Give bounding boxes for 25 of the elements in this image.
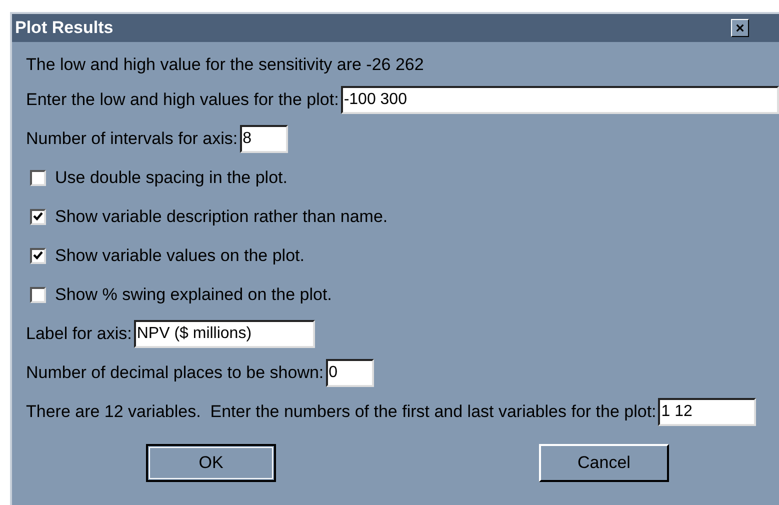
close-button[interactable]: ×	[731, 19, 749, 37]
checkmark-icon	[33, 212, 43, 221]
checkmark-icon	[33, 251, 43, 260]
dialog-button[interactable]: Cancel	[539, 444, 669, 482]
input-field[interactable]: NPV ($ millions)	[134, 320, 315, 348]
field-label: There are 12 variables. Enter the numbers of the first and last variables for the plot:	[26, 400, 656, 423]
field-label: Label for axis:	[26, 322, 132, 345]
checkbox[interactable]	[30, 286, 46, 302]
input-field[interactable]: 8	[240, 124, 288, 152]
info-text: The low and high value for the sensitivity are -26 262	[26, 54, 424, 76]
checkbox-label: Show variable values on the plot.	[55, 244, 304, 267]
checkbox[interactable]	[30, 170, 46, 186]
window-title: Plot Results	[15, 17, 114, 40]
checkbox[interactable]	[30, 248, 46, 264]
checkbox-label: Show variable description rather than name.	[55, 206, 388, 228]
field-label: Number of decimal places to be shown:	[26, 362, 324, 384]
checkbox[interactable]	[30, 208, 46, 224]
input-field[interactable]: 0	[326, 358, 374, 386]
checkbox-label: Show % swing explained on the plot.	[55, 284, 332, 306]
input-field[interactable]: 1 12	[658, 398, 756, 426]
checkbox-label: Use double spacing in the plot.	[55, 166, 288, 189]
dialog-button[interactable]: OK	[146, 444, 276, 482]
field-label: Number of intervals for axis:	[26, 128, 238, 150]
field-label: Enter the low and high values for the plot:	[26, 88, 339, 111]
input-field[interactable]: -100 300	[340, 86, 779, 114]
